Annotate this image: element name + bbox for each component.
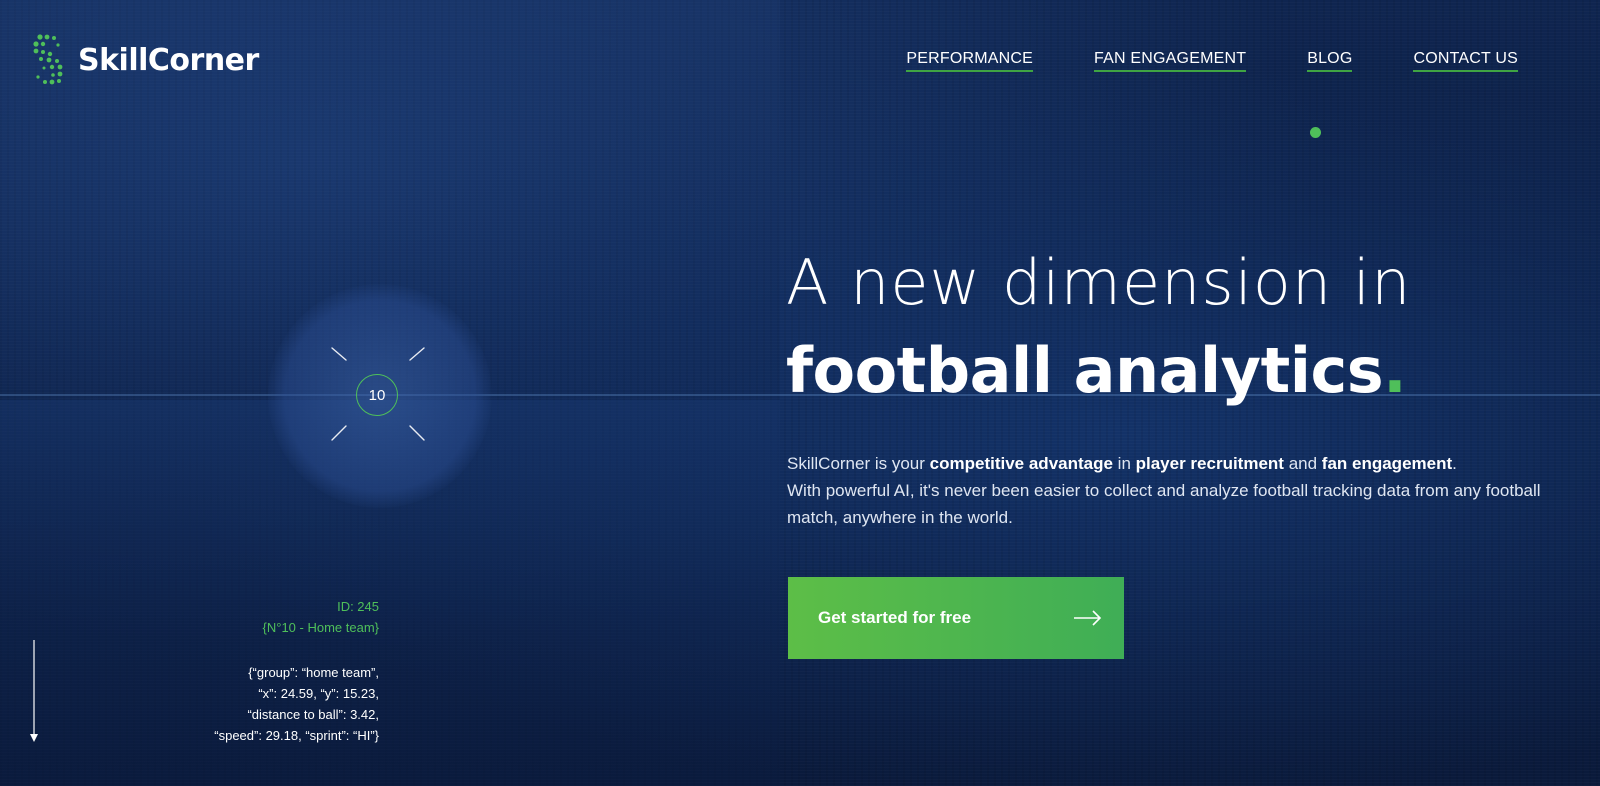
player-team: {N°10 - Home team} [262,620,379,635]
player-marker: 10 [356,374,398,416]
hero-intro: SkillCorner is your competitive advantag… [787,450,1587,531]
tracking-json-line: “distance to ball”: 3.42, [247,707,379,722]
tracking-json-line: “x”: 24.59, “y”: 15.23, [258,686,379,701]
headline-dot: . [1383,334,1407,407]
arrow-right-icon [1074,610,1102,626]
nav-blog[interactable]: BLOG [1307,50,1353,72]
tracking-json: {“group”: “home team”, “x”: 24.59, “y”: … [214,662,379,746]
intro-highlight: fan engagement [1321,454,1453,473]
nav-contact-us[interactable]: CONTACT US [1413,50,1518,72]
intro-highlight: player recruitment [1135,454,1284,473]
arrow-down-icon[interactable] [28,640,40,744]
decorative-green-dot [1310,127,1321,138]
tracking-json-line: “speed”: 29.18, “sprint”: “HI”} [214,728,379,743]
intro-highlight: competitive advantage [929,454,1113,473]
intro-text: . [1452,454,1457,473]
headline-line-2: football analytics. [786,340,1407,402]
main-nav: PERFORMANCE FAN ENGAGEMENT BLOG CONTACT … [906,50,1518,72]
get-started-label: Get started for free [818,608,972,627]
tracking-json-line: {“group”: “home team”, [248,665,379,680]
headline-line-1: A new dimension in [786,246,1412,319]
player-number: 10 [368,386,386,404]
intro-text: SkillCorner is your [787,454,930,473]
player-id: ID: 245 [337,599,379,614]
get-started-button[interactable]: Get started for free [788,577,1124,659]
intro-text: in [1112,454,1136,473]
intro-paragraph-2: With powerful AI, it's never been easier… [787,481,1541,527]
logo-link[interactable]: SkillCorner [32,33,259,87]
headline-line-2-text: football analytics [786,334,1384,407]
intro-text: and [1283,454,1322,473]
skillcorner-logo-mark [33,34,63,85]
nav-fan-engagement[interactable]: FAN ENGAGEMENT [1094,50,1247,72]
logo-text: SkillCorner [78,42,259,78]
nav-performance[interactable]: PERFORMANCE [906,50,1034,72]
